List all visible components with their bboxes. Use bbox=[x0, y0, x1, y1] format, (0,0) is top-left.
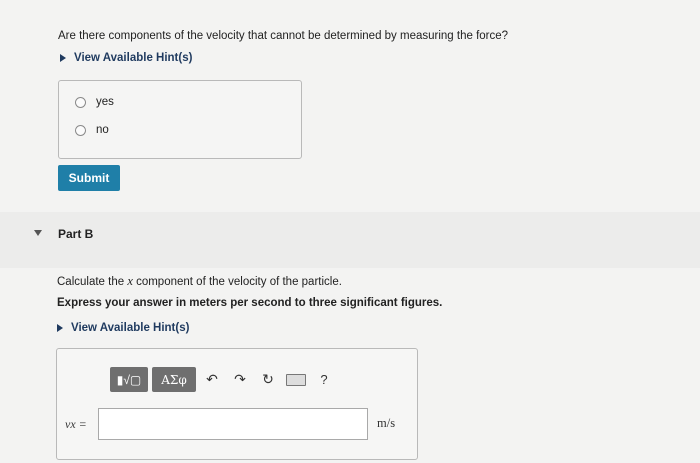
redo-icon[interactable]: ↷ bbox=[228, 367, 252, 392]
triangle-right-icon bbox=[57, 324, 63, 332]
part-b-title[interactable]: Part B bbox=[58, 227, 93, 241]
part-b-header[interactable] bbox=[0, 212, 700, 268]
choice-yes[interactable]: yes bbox=[75, 96, 114, 108]
symbols-button[interactable]: ΑΣφ bbox=[152, 367, 196, 392]
submit-button[interactable]: Submit bbox=[58, 165, 120, 191]
express-instruction: Express your answer in meters per second… bbox=[57, 297, 443, 309]
help-icon[interactable]: ? bbox=[312, 367, 336, 392]
math-toolbar: ▮√▢ ΑΣφ ↶ ↷ ↻ ? bbox=[110, 367, 336, 392]
choice-label: no bbox=[96, 124, 109, 136]
view-hints-link-b[interactable]: View Available Hint(s) bbox=[57, 322, 189, 334]
question-text: Are there components of the velocity tha… bbox=[58, 30, 509, 42]
vx-input[interactable] bbox=[98, 408, 368, 440]
choice-no[interactable]: no bbox=[75, 124, 109, 136]
choices-group: yes no bbox=[58, 80, 302, 159]
answer-panel: ▮√▢ ΑΣφ ↶ ↷ ↻ ? vx = m/s bbox=[56, 348, 418, 460]
keyboard-icon[interactable] bbox=[284, 367, 308, 392]
undo-icon[interactable]: ↶ bbox=[200, 367, 224, 392]
choice-label: yes bbox=[96, 96, 114, 108]
view-hints-link-a[interactable]: View Available Hint(s) bbox=[60, 52, 192, 64]
reset-icon[interactable]: ↻ bbox=[256, 367, 280, 392]
hint-label: View Available Hint(s) bbox=[71, 322, 190, 334]
radio-button[interactable] bbox=[75, 96, 86, 108]
radio-button[interactable] bbox=[75, 124, 86, 136]
calc-instruction: Calculate the x component of the velocit… bbox=[57, 274, 342, 288]
templates-button[interactable]: ▮√▢ bbox=[110, 367, 148, 392]
triangle-right-icon bbox=[60, 54, 66, 62]
vx-label: vx = bbox=[65, 417, 87, 431]
hint-label: View Available Hint(s) bbox=[74, 52, 193, 64]
unit-label: m/s bbox=[377, 416, 396, 430]
triangle-down-icon[interactable] bbox=[34, 230, 42, 236]
